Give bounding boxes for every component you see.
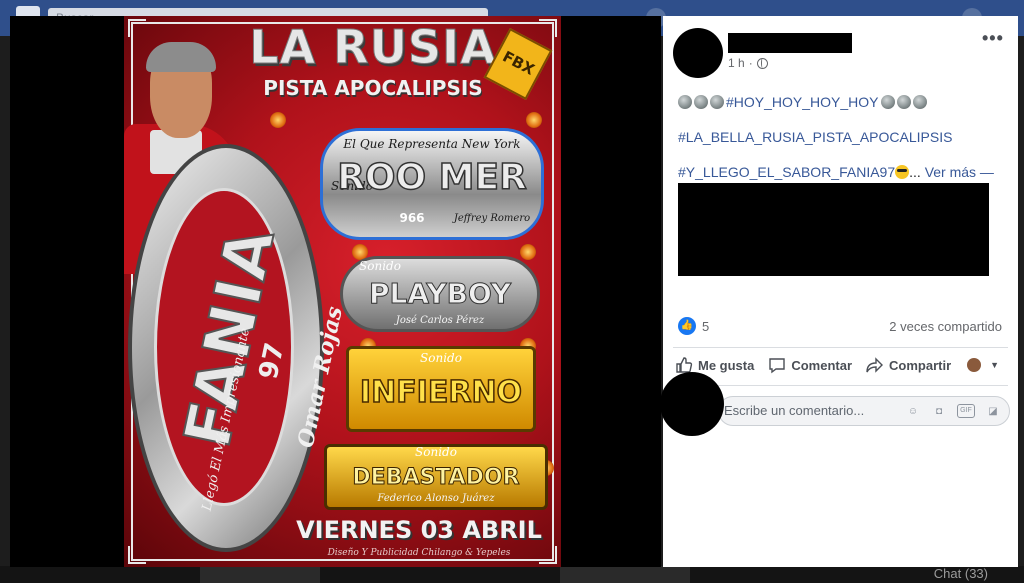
meta-separator: · xyxy=(748,56,753,70)
post-text-line-3: #Y_LLEGO_EL_SABOR_FANIA97... Ver más — xyxy=(678,164,994,180)
background-ghost-item xyxy=(200,566,320,583)
event-poster: LA RUSIA PISTA APOCALIPSIS FBX FANIA 97 … xyxy=(124,16,561,567)
hashtag-fania97[interactable]: #Y_LLEGO_EL_SABOR_FANIA97 xyxy=(678,164,895,180)
debastador-name: DEBASTADOR xyxy=(352,465,520,491)
share-button[interactable]: Compartir xyxy=(866,356,951,374)
author-avatar-redacted[interactable] xyxy=(673,28,723,78)
debastador-owner: Federico Alonso Juárez xyxy=(377,493,495,504)
background-bottom-strip xyxy=(0,566,1024,583)
comment-input[interactable] xyxy=(724,403,894,418)
camera-icon[interactable]: ◘ xyxy=(931,404,947,420)
poster-date: VIERNES 03 ABRIL xyxy=(296,516,542,544)
sunglasses-emoji-icon xyxy=(895,165,910,179)
reactions-summary[interactable]: 👍 5 xyxy=(678,317,709,335)
lamp-icon xyxy=(526,112,542,128)
comment-label: Comentar xyxy=(791,357,853,373)
roomer-owner: Jeffrey Romero xyxy=(453,213,531,224)
post-meta: 1 h · xyxy=(728,56,768,70)
sound-logo-playboy: Sonido PLAYBOY José Carlos Pérez xyxy=(340,256,540,332)
chat-tab[interactable]: Chat (33) xyxy=(934,566,988,581)
reaction-count: 5 xyxy=(702,318,710,334)
sound-logo-debastador: Sonido DEBASTADOR Federico Alonso Juárez xyxy=(324,444,548,510)
gif-icon[interactable]: GIF xyxy=(957,404,975,418)
divider xyxy=(673,347,1008,348)
comment-box[interactable]: ☺ ◘ GIF ◪ xyxy=(718,396,1010,426)
post-time[interactable]: 1 h xyxy=(728,56,745,70)
share-icon xyxy=(866,357,884,373)
poster-subtitle: PISTA APOCALIPSIS xyxy=(263,76,483,100)
chevron-down-icon: ▼ xyxy=(990,360,1000,370)
hashtag-hoy[interactable]: #HOY_HOY_HOY_HOY xyxy=(726,94,879,110)
rock-emoji-icon xyxy=(678,95,692,109)
post-as-selector[interactable]: ▼ xyxy=(965,358,999,372)
sticker-icon[interactable]: ◪ xyxy=(985,404,1001,420)
poster-credit: Diseño Y Publicidad Chilango & Yepeles xyxy=(327,548,511,558)
debastador-caption: Sonido xyxy=(415,445,457,459)
globe-icon[interactable] xyxy=(756,57,768,69)
post-actions: Me gusta Comentar Compartir ▼ xyxy=(675,356,1005,374)
rock-emoji-icon xyxy=(710,95,724,109)
poster-title: LA RUSIA xyxy=(249,20,497,75)
sound-logo-roomer: El Que Representa New York Sonido ROO ME… xyxy=(320,128,544,240)
author-name-redacted[interactable] xyxy=(728,33,852,53)
rock-emoji-icon xyxy=(880,95,895,109)
infierno-name: INFIERNO xyxy=(359,374,523,411)
poster-corner xyxy=(128,19,146,37)
shares-count[interactable]: 2 veces compartido xyxy=(889,319,1002,334)
playboy-name: PLAYBOY xyxy=(368,277,512,311)
post-panel: 1 h · ••• #HOY_HOY_HOY_HOY #LA_BELLA_RUS… xyxy=(663,16,1018,567)
rock-emoji-icon xyxy=(896,95,911,109)
rock-emoji-icon xyxy=(694,95,708,109)
playboy-caption: Sonido xyxy=(359,259,401,273)
roomer-caption: El Que Representa New York xyxy=(343,137,521,151)
background-ghost-item xyxy=(560,566,690,583)
lamp-icon xyxy=(520,244,536,260)
comment-button[interactable]: Comentar xyxy=(768,356,852,374)
playboy-owner: José Carlos Pérez xyxy=(395,315,485,326)
more-options-icon[interactable]: ••• xyxy=(982,29,1004,47)
infierno-caption: Sonido xyxy=(420,351,462,365)
photo-stage: LA RUSIA PISTA APOCALIPSIS FBX FANIA 97 … xyxy=(10,16,661,567)
like-reaction-icon: 👍 xyxy=(678,317,696,335)
redacted-content xyxy=(678,183,989,276)
post-text-line-2[interactable]: #LA_BELLA_RUSIA_PISTA_APOCALIPSIS xyxy=(678,129,952,145)
like-label: Me gusta xyxy=(698,357,755,373)
roomer-name: ROO MER xyxy=(336,156,527,199)
post-as-avatar xyxy=(967,358,982,372)
ellipsis: ... xyxy=(909,164,921,180)
see-more-link[interactable]: Ver más — xyxy=(925,164,994,180)
comment-icon xyxy=(769,358,786,374)
poster-corner xyxy=(128,546,146,564)
emoji-icon[interactable]: ☺ xyxy=(905,404,921,420)
lamp-icon xyxy=(270,112,286,128)
commenter-avatar-redacted[interactable] xyxy=(660,372,724,436)
poster-corner xyxy=(539,19,557,37)
post-text-line-1: #HOY_HOY_HOY_HOY xyxy=(678,94,929,110)
share-label: Compartir xyxy=(889,357,952,373)
sound-logo-infierno: Sonido INFIERNO xyxy=(346,346,536,432)
rock-emoji-icon xyxy=(912,95,927,109)
divider xyxy=(673,385,1008,386)
person-hair xyxy=(146,42,216,72)
